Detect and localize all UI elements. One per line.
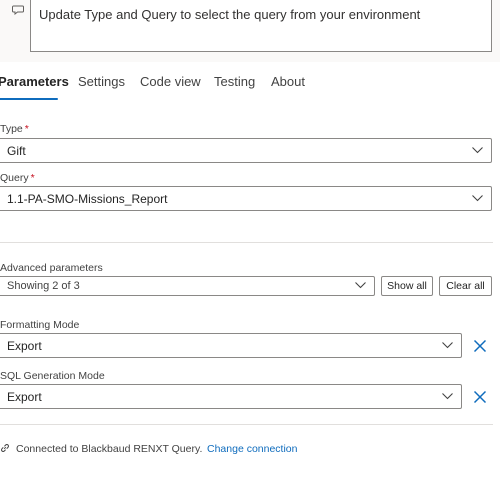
formatting-mode-dropdown[interactable]: Export: [0, 333, 462, 358]
link-icon: [1, 444, 9, 452]
comment-area: Update Type and Query to select the quer…: [0, 0, 500, 62]
change-connection-link[interactable]: Change connection: [207, 443, 298, 455]
clear-all-button[interactable]: Clear all: [439, 276, 492, 296]
chevron-down-icon: [355, 282, 366, 289]
query-label-text: Query: [0, 172, 29, 184]
type-value: Gift: [7, 143, 26, 158]
remove-sql-generation-mode-icon[interactable]: [472, 389, 488, 405]
chevron-down-icon: [442, 341, 453, 348]
section-divider: [0, 424, 493, 425]
active-tab-indicator: [0, 98, 58, 100]
sql-generation-mode-dropdown[interactable]: Export: [0, 384, 462, 409]
section-divider: [0, 242, 493, 243]
sql-generation-mode-value: Export: [7, 389, 42, 404]
required-marker: *: [30, 172, 35, 184]
comment-icon: [12, 5, 24, 15]
type-dropdown[interactable]: Gift: [0, 138, 492, 163]
required-marker: *: [24, 123, 29, 135]
remove-formatting-mode-icon[interactable]: [472, 338, 488, 354]
query-dropdown[interactable]: 1.1-PA-SMO-Missions_Report: [0, 186, 492, 211]
tab-testing[interactable]: Testing: [214, 74, 255, 89]
tab-settings[interactable]: Settings: [78, 74, 125, 89]
show-all-button[interactable]: Show all: [381, 276, 433, 296]
type-label: Type *: [0, 123, 29, 135]
query-label: Query *: [0, 172, 35, 184]
formatting-mode-label: Formatting Mode: [0, 319, 80, 331]
advanced-parameters-dropdown[interactable]: Showing 2 of 3: [0, 276, 375, 296]
advanced-parameters-value: Showing 2 of 3: [7, 280, 80, 292]
query-value: 1.1-PA-SMO-Missions_Report: [7, 191, 168, 206]
chevron-down-icon: [472, 146, 483, 153]
sql-generation-mode-label: SQL Generation Mode: [0, 370, 105, 382]
chevron-down-icon: [442, 392, 453, 399]
chevron-down-icon: [472, 194, 483, 201]
formatting-mode-value: Export: [7, 338, 42, 353]
connection-status: Connected to Blackbaud RENXT Query.: [16, 443, 203, 455]
advanced-parameters-label: Advanced parameters: [0, 262, 103, 274]
comment-text[interactable]: Update Type and Query to select the quer…: [30, 0, 492, 52]
tab-code-view[interactable]: Code view: [140, 74, 201, 89]
tab-parameters[interactable]: Parameters: [0, 74, 69, 89]
tab-about[interactable]: About: [271, 74, 305, 89]
type-label-text: Type: [0, 123, 23, 135]
